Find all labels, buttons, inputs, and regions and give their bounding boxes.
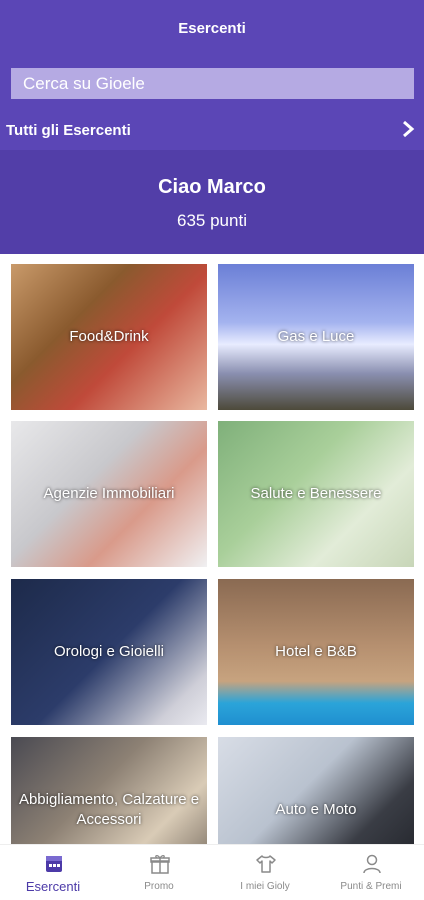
nav-item-miei-gioly[interactable]: I miei Gioly (212, 845, 318, 900)
category-label: Gas e Luce (277, 327, 355, 345)
search-input[interactable] (11, 68, 414, 99)
category-label: Abbigliamento, Calzature e Accessori (18, 790, 200, 828)
category-tile-orologi-gioielli[interactable]: Orologi e Gioielli (11, 579, 207, 725)
nav-label: Punti & Premi (340, 881, 402, 892)
category-tile-auto-moto[interactable]: Auto e Moto (218, 737, 414, 844)
app-header: Esercenti Tutti gli Esercenti (0, 0, 424, 150)
nav-label: Promo (144, 881, 174, 892)
all-merchants-label: Tutti gli Esercenti (6, 122, 131, 139)
nav-label: Esercenti (25, 879, 81, 894)
gift-icon (150, 855, 170, 874)
points-balance: 635 punti (177, 211, 247, 230)
category-tile-salute-benessere[interactable]: Salute e Benessere (218, 421, 414, 567)
nav-item-promo[interactable]: Promo (106, 845, 212, 900)
greeting-panel: Ciao Marco 635 punti (0, 150, 424, 254)
store-icon (46, 856, 62, 872)
category-label: Orologi e Gioielli (53, 642, 165, 660)
category-grid: Food&Drink Gas e Luce Agenzie Immobiliar… (0, 254, 424, 844)
chevron-right-icon (403, 120, 415, 138)
category-label: Auto e Moto (275, 800, 357, 818)
category-label: Food&Drink (69, 327, 149, 345)
category-tile-food-drink[interactable]: Food&Drink (11, 264, 207, 410)
greeting-name: Ciao Marco (158, 176, 266, 198)
page-title: Esercenti (178, 20, 246, 37)
nav-item-punti-premi[interactable]: Punti & Premi (318, 845, 424, 900)
category-tile-abbigliamento[interactable]: Abbigliamento, Calzature e Accessori (11, 737, 207, 844)
category-tile-hotel-bb[interactable]: Hotel e B&B (218, 579, 414, 725)
category-label: Agenzie Immobiliari (43, 484, 175, 502)
category-label: Salute e Benessere (250, 484, 382, 502)
nav-label: I miei Gioly (240, 881, 290, 892)
category-label: Hotel e B&B (275, 642, 357, 660)
shirt-icon (256, 855, 276, 873)
nav-item-esercenti[interactable]: Esercenti (0, 845, 106, 900)
user-icon (363, 854, 381, 874)
bottom-nav: Esercenti Promo I miei Gioly Punti & Pre… (0, 844, 424, 900)
category-tile-gas-luce[interactable]: Gas e Luce (218, 264, 414, 410)
category-tile-agenzie-immobiliari[interactable]: Agenzie Immobiliari (11, 421, 207, 567)
all-merchants-row[interactable]: Tutti gli Esercenti (0, 112, 424, 148)
